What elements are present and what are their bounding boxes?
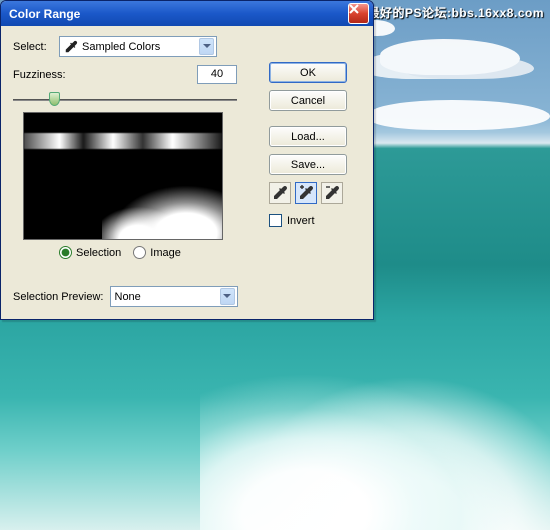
background-cloud [370,100,550,130]
eyedropper-tool[interactable] [269,182,291,204]
chevron-down-icon [199,38,214,55]
slider-thumb[interactable] [49,92,60,106]
close-button[interactable] [348,3,369,24]
eyedropper-icon [272,185,288,201]
select-label: Select: [13,41,59,53]
preview-clouds [24,133,222,149]
checkbox-box [269,214,282,227]
fuzziness-input[interactable]: 40 [197,65,237,84]
eyedropper-subtract-tool[interactable] [321,182,343,204]
selection-preview-label: Selection Preview: [13,291,104,303]
radio-image-label: Image [150,247,181,259]
slider-track [13,99,237,101]
background-splash [200,350,550,530]
invert-checkbox[interactable]: Invert [269,214,359,227]
preview-splash [102,179,222,239]
radio-image-input[interactable] [133,246,146,259]
fuzziness-slider[interactable] [13,90,237,104]
cancel-button[interactable]: Cancel [269,90,347,111]
eyedropper-add-tool[interactable] [295,182,317,204]
titlebar[interactable]: Color Range [1,1,373,26]
close-icon [349,4,359,14]
dialog-title: Color Range [9,7,80,21]
watermark-text: 最好的PS论坛:bbs.16xx8.com [367,4,544,21]
ok-button[interactable]: OK [269,62,347,83]
save-button[interactable]: Save... [269,154,347,175]
invert-label: Invert [287,215,315,227]
dialog-body: Select: Sampled Colors Fuzziness: 40 Sel… [1,26,373,319]
color-range-dialog: Color Range Select: Sampled Colors Fuzzi… [0,0,374,320]
load-button[interactable]: Load... [269,126,347,147]
chevron-down-icon [220,288,235,305]
fuzziness-label: Fuzziness: [13,69,66,81]
eyedropper-plus-icon [298,185,314,201]
radio-image[interactable]: Image [133,246,181,259]
radio-selection[interactable]: Selection [59,246,121,259]
selection-preview [23,112,223,240]
eyedropper-icon [64,40,78,54]
radio-selection-input[interactable] [59,246,72,259]
eyedropper-minus-icon [324,185,340,201]
selection-preview-value: None [115,291,141,303]
select-value: Sampled Colors [82,41,160,53]
select-dropdown[interactable]: Sampled Colors [59,36,217,57]
selection-preview-dropdown[interactable]: None [110,286,238,307]
radio-selection-label: Selection [76,247,121,259]
background-cloud [380,39,520,75]
side-buttons: OK Cancel Load... Save... Invert [269,62,359,227]
